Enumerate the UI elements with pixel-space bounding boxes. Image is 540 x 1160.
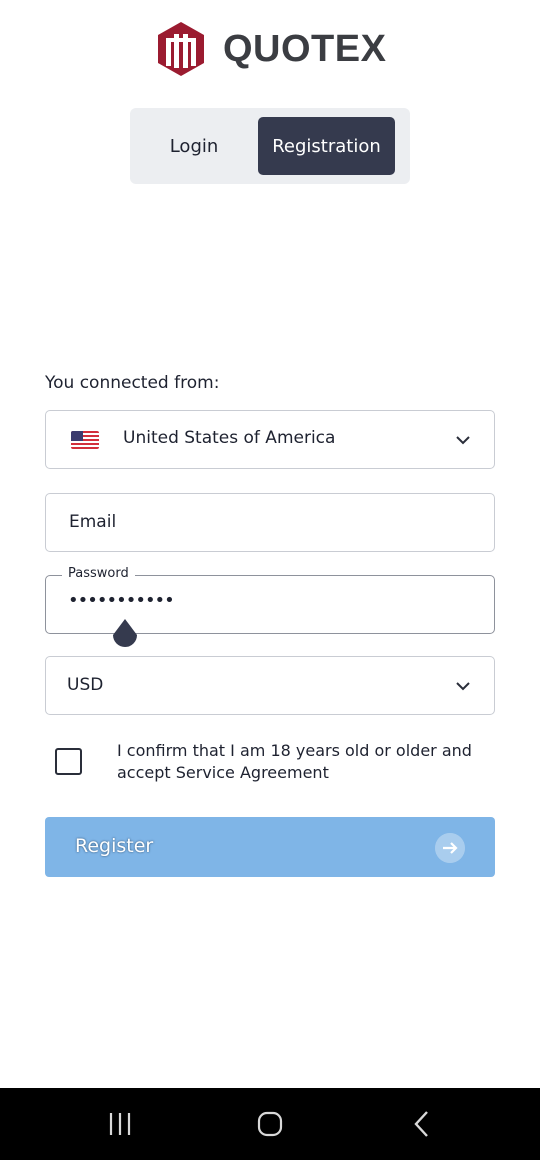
system-navigation-bar xyxy=(0,1088,540,1160)
chevron-down-icon xyxy=(456,436,470,445)
brand-name: QUOTEX xyxy=(223,27,387,70)
home-icon[interactable] xyxy=(254,1108,286,1140)
password-value: ••••••••••• xyxy=(68,590,175,611)
quotex-logo-icon xyxy=(158,22,204,76)
register-button[interactable]: Register xyxy=(45,817,495,877)
back-icon[interactable] xyxy=(406,1108,438,1140)
currency-value: USD xyxy=(67,675,104,695)
auth-tabs: Login Registration xyxy=(130,108,410,184)
tab-registration[interactable]: Registration xyxy=(258,117,395,175)
text-cursor-handle[interactable] xyxy=(110,615,140,655)
recents-icon[interactable] xyxy=(104,1108,136,1140)
email-placeholder: Email xyxy=(69,512,117,532)
country-value: United States of America xyxy=(123,428,336,448)
email-field[interactable]: Email xyxy=(45,493,495,552)
chevron-down-icon xyxy=(456,682,470,691)
country-select[interactable]: United States of America xyxy=(45,410,495,469)
terms-text: I confirm that I am 18 years old or olde… xyxy=(117,741,472,782)
terms-checkbox[interactable] xyxy=(55,748,82,775)
brand-logo: QUOTEX xyxy=(155,20,386,78)
us-flag-icon xyxy=(71,431,99,449)
register-label: Register xyxy=(75,835,154,857)
currency-select[interactable]: USD xyxy=(45,656,495,715)
connected-from-label: You connected from: xyxy=(45,373,220,393)
arrow-right-icon xyxy=(435,833,465,863)
tab-login[interactable]: Login xyxy=(130,117,258,175)
password-label: Password xyxy=(62,566,135,581)
